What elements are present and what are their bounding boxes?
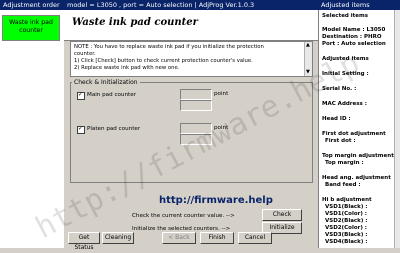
field-mac-address: MAC Address :	[322, 101, 367, 107]
back-button[interactable]: < Back	[162, 232, 196, 244]
selected-items-title: Selected items	[322, 13, 369, 19]
platen-pad-checkbox[interactable]	[77, 125, 85, 134]
get-status-button[interactable]: Get Status	[68, 232, 100, 251]
page-header: Waste ink pad counter	[64, 10, 318, 41]
cleaning-button[interactable]: Cleaning	[102, 232, 134, 244]
field-vsd1-black: VSD1(Black) :	[325, 204, 368, 210]
check-button[interactable]: Check	[262, 209, 302, 221]
port: Port : Auto selection	[322, 41, 386, 47]
field-top-margin: Top margin :	[325, 160, 364, 166]
platen-pad-unit: point	[214, 125, 229, 131]
firmware-help-url: http://firmware.help	[159, 195, 273, 206]
note-line: NOTE : You have to replace waste ink pad…	[74, 44, 264, 50]
field-vsd2-color: VSD2(Color) :	[325, 225, 367, 231]
field-band-feed: Band feed :	[325, 182, 361, 188]
note-line: 1) Click [Check] button to check current…	[74, 58, 253, 64]
adjustment-order-item-waste-ink[interactable]: Waste ink pad counter	[2, 15, 60, 41]
adjustment-order-header: Adjustment order	[0, 0, 64, 10]
note-line: 2) Replace waste ink pad with new one.	[74, 65, 180, 71]
adjustment-order-panel: Waste ink pad counter	[0, 10, 65, 248]
adjusted-items-title: Adjusted items	[322, 56, 369, 62]
main-pad-value-field	[180, 89, 212, 100]
field-vsd2-black: VSD2(Black) :	[325, 218, 368, 224]
field-vsd3-black: VSD3(Black) :	[325, 232, 368, 238]
cancel-button[interactable]: Cancel	[238, 232, 272, 244]
platen-pad-value-field-2	[180, 134, 212, 145]
destination: Destination : PHRO	[322, 34, 382, 40]
field-first-dot: First dot :	[325, 138, 356, 144]
main-pad-label: Main pad counter	[87, 92, 136, 98]
note-line: counter.	[74, 51, 96, 57]
adjusted-items-panel: Selected items Model Name : L3050 Destin…	[318, 10, 400, 248]
notes-textbox[interactable]: NOTE : You have to replace waste ink pad…	[70, 41, 313, 77]
check-init-group-label: Check & Initialization	[72, 79, 140, 86]
platen-pad-label: Platen pad counter	[87, 126, 141, 132]
notes-scrollbar[interactable]: ▲ ▼	[304, 42, 312, 76]
scroll-up-icon[interactable]: ▲	[306, 43, 310, 48]
field-initial-setting: Initial Setting :	[322, 71, 369, 77]
field-top-margin-adjustment: Top margin adjustment	[322, 153, 394, 159]
check-instruction: Check the current counter value. -->	[132, 213, 235, 219]
field-head-ang-adjustment: Head ang. adjustment	[322, 175, 391, 181]
page-title: Waste ink pad counter	[72, 17, 198, 28]
field-serial-no: Serial No. :	[322, 86, 357, 92]
main-pad-value-field-2	[180, 100, 212, 111]
main-panel: Waste ink pad counter NOTE : You have to…	[64, 10, 318, 251]
field-vsd1-color: VSD1(Color) :	[325, 211, 367, 217]
field-vsd4-black: VSD4(Black) :	[325, 239, 368, 245]
window-title: model = L3050 , port = Auto selection | …	[64, 0, 318, 10]
adjusted-items-scrollbar[interactable]	[394, 10, 400, 248]
finish-button[interactable]: Finish	[200, 232, 234, 244]
main-pad-checkbox[interactable]	[77, 91, 85, 100]
platen-pad-value-field	[180, 123, 212, 134]
main-pad-unit: point	[214, 91, 229, 97]
scroll-down-icon[interactable]: ▼	[306, 70, 310, 75]
field-hi-b-adjustment: Hi b adjustment	[322, 197, 372, 203]
model-name: Model Name : L3050	[322, 27, 386, 33]
field-first-dot-adjustment: First dot adjustment	[322, 131, 386, 137]
field-head-id: Head ID :	[322, 116, 351, 122]
adjusted-items-header: Adjusted items	[318, 0, 400, 10]
